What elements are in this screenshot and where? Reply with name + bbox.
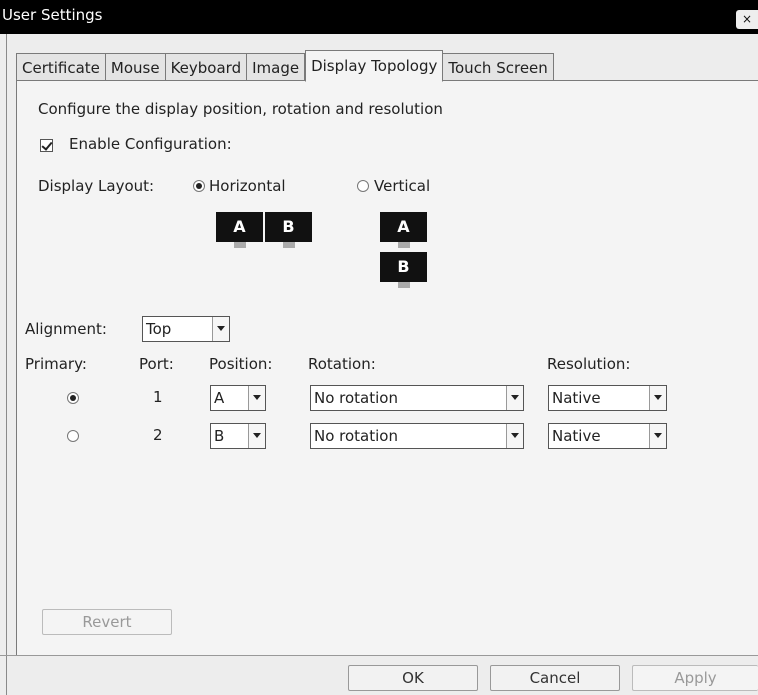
rotation-value-1: No rotation [314,389,398,407]
monitor-icon-horizontal-b: B [265,212,312,248]
resolution-header: Resolution: [547,355,631,373]
primary-radio-1[interactable] [67,392,79,404]
monitor-label-a: A [216,212,263,242]
tab-certificate[interactable]: Certificate [16,53,106,81]
monitor-stand [397,242,410,248]
layout-horizontal-label: Horizontal [209,177,286,195]
rotation-header: Rotation: [308,355,376,373]
enable-configuration-checkbox[interactable] [40,139,53,152]
dropdown-arrow-icon [649,386,666,410]
monitor-stand [397,282,410,288]
position-select-1[interactable]: A [210,385,266,411]
port-value-2: 2 [153,426,163,444]
window-border [6,34,7,695]
enable-configuration-label: Enable Configuration: [69,135,232,153]
rotation-select-2[interactable]: No rotation [310,423,524,449]
title-bar: User Settings × [0,0,758,34]
layout-vertical-radio[interactable] [357,180,369,192]
primary-header: Primary: [25,355,87,373]
rotation-value-2: No rotation [314,427,398,445]
resolution-value-2: Native [552,427,601,445]
port-value-1: 1 [153,388,163,406]
position-value-1: A [214,389,225,407]
dropdown-arrow-icon [649,424,666,448]
dropdown-arrow-icon [506,386,523,410]
footer-divider [0,655,758,656]
monitor-label-b: B [380,252,427,282]
resolution-select-2[interactable]: Native [548,423,667,449]
monitor-label-b: B [265,212,312,242]
monitor-icon-vertical-a: A [380,212,427,248]
dropdown-arrow-icon [248,386,265,410]
layout-horizontal-radio[interactable] [193,180,205,192]
resolution-value-1: Native [552,389,601,407]
display-layout-label: Display Layout: [38,177,155,195]
ok-button[interactable]: OK [348,665,478,691]
alignment-label: Alignment: [25,320,107,338]
display-topology-panel: Configure the display position, rotation… [16,80,758,655]
panel-description: Configure the display position, rotation… [38,100,443,118]
rotation-select-1[interactable]: No rotation [310,385,524,411]
monitor-icon-vertical-b: B [380,252,427,288]
position-value-2: B [214,427,225,445]
tab-keyboard[interactable]: Keyboard [165,53,248,81]
alignment-value: Top [146,320,172,338]
settings-window: Certificate Mouse Keyboard Image Display… [0,34,758,695]
monitor-label-a: A [380,212,427,242]
port-header: Port: [139,355,174,373]
window-title: User Settings [2,6,103,24]
close-icon[interactable]: × [736,10,758,29]
dropdown-arrow-icon [248,424,265,448]
monitor-stand [233,242,246,248]
apply-button[interactable]: Apply [632,665,758,691]
tab-display-topology[interactable]: Display Topology [305,50,444,82]
tab-bar: Certificate Mouse Keyboard Image Display… [16,50,554,82]
layout-vertical-label: Vertical [374,177,431,195]
cancel-button[interactable]: Cancel [490,665,620,691]
tab-touch-screen[interactable]: Touch Screen [443,53,554,81]
tab-image[interactable]: Image [247,53,306,81]
dropdown-arrow-icon [506,424,523,448]
position-select-2[interactable]: B [210,423,266,449]
monitor-icon-horizontal-a: A [216,212,263,248]
tab-mouse[interactable]: Mouse [105,53,166,81]
dropdown-arrow-icon [212,317,229,341]
alignment-select[interactable]: Top [142,316,230,342]
monitor-stand [282,242,295,248]
position-header: Position: [209,355,273,373]
primary-radio-2[interactable] [67,430,79,442]
revert-button[interactable]: Revert [42,609,172,635]
resolution-select-1[interactable]: Native [548,385,667,411]
